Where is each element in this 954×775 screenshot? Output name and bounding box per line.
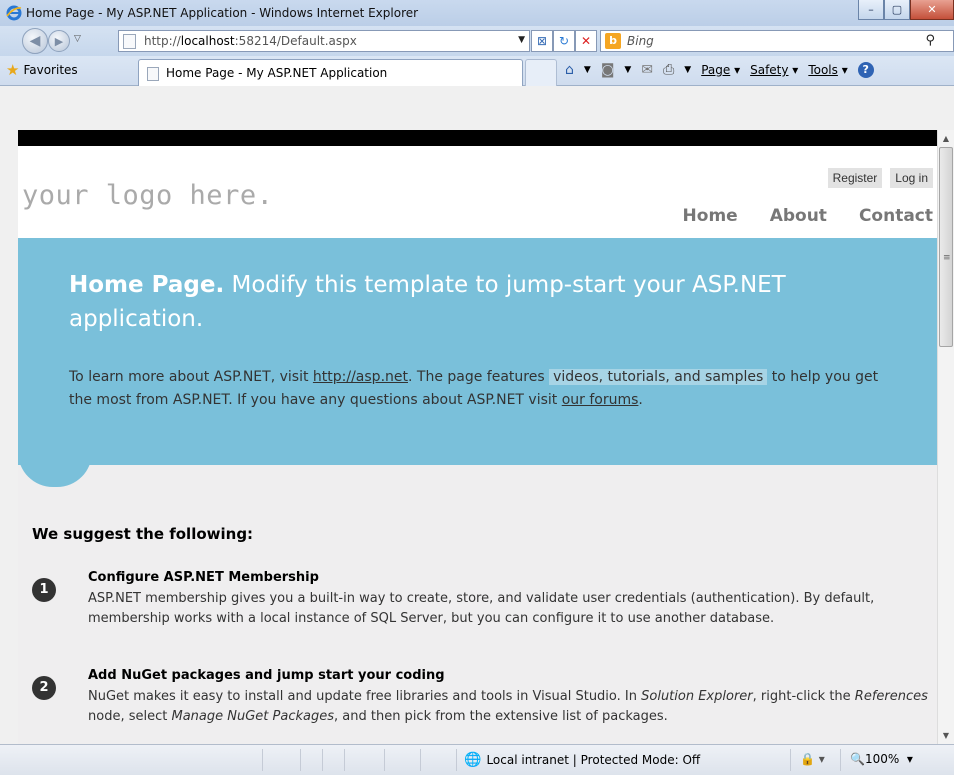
status-divider <box>420 749 421 771</box>
recent-pages-dropdown-icon[interactable]: ▽ <box>74 34 81 44</box>
refresh-button[interactable]: ↻ <box>553 30 575 52</box>
favorites-star-icon: ★ <box>6 61 20 79</box>
print-icon[interactable]: ⎙ <box>663 62 674 78</box>
tab-title: Home Page - My ASP.NET Application <box>166 66 388 80</box>
home-dropdown-icon[interactable]: ▼ <box>584 65 591 75</box>
step-number: 2 <box>32 676 56 700</box>
refresh-icon: ↻ <box>558 34 570 48</box>
site-menu: Home About Contact <box>683 206 933 226</box>
status-divider <box>384 749 385 771</box>
step-number: 1 <box>32 578 56 602</box>
feeds-icon[interactable]: ◙ <box>601 62 615 78</box>
tab-page-icon <box>147 67 159 81</box>
asp-net-link[interactable]: http://asp.net <box>313 369 408 385</box>
home-icon[interactable]: ⌂ <box>565 62 574 78</box>
site-header: your logo here. Register Log in Home Abo… <box>18 146 937 238</box>
favorites-tab-row: ★ Favorites Home Page - My ASP.NET Appli… <box>0 56 954 86</box>
featured-text: To learn more about ASP.NET, visit http:… <box>69 369 879 408</box>
page-icon <box>123 34 136 49</box>
window-title: Home Page - My ASP.NET Application - Win… <box>26 6 419 20</box>
scroll-down-arrow-icon[interactable]: ▼ <box>938 727 954 744</box>
security-zone-label: Local intranet | Protected Mode: Off <box>486 753 701 767</box>
page-viewport: your logo here. Register Log in Home Abo… <box>18 130 937 744</box>
featured-title: Home Page. Modify this template to jump-… <box>69 272 786 332</box>
menu-contact[interactable]: Contact <box>859 206 933 226</box>
search-icon[interactable]: ⚲ <box>925 33 935 48</box>
window-controls: – ▢ ✕ <box>858 0 954 22</box>
tools-menu[interactable]: Tools ▾ <box>808 63 847 77</box>
address-row: ◀ ▶ ▽ http://localhost:58214/Default.asp… <box>0 26 954 56</box>
zoom-level[interactable]: 🔍100% ▾ <box>850 752 913 766</box>
safety-menu[interactable]: Safety ▾ <box>750 63 798 77</box>
menu-home[interactable]: Home <box>683 206 738 226</box>
stop-button[interactable]: ✕ <box>575 30 597 52</box>
site-logo[interactable]: your logo here. <box>22 180 273 211</box>
login-link[interactable]: Log in <box>890 168 933 188</box>
menu-about[interactable]: About <box>770 206 827 226</box>
feeds-dropdown-icon[interactable]: ▼ <box>624 65 631 75</box>
status-divider <box>262 749 263 771</box>
scrollbar-thumb[interactable]: ≡ <box>939 147 953 347</box>
close-button[interactable]: ✕ <box>910 0 954 20</box>
search-engine-label: Bing <box>627 34 654 48</box>
bing-icon: b <box>605 33 621 49</box>
address-field[interactable]: http://localhost:58214/Default.aspx ▼ <box>118 30 530 52</box>
featured-highlight: videos, tutorials, and samples <box>549 369 768 385</box>
step-description: NuGet makes it easy to install and updat… <box>88 689 928 724</box>
back-arrow-icon: ◀ <box>29 33 41 49</box>
address-dropdown-icon[interactable]: ▼ <box>518 35 525 45</box>
search-box[interactable]: b Bing ⚲ <box>600 30 954 52</box>
page-top-strip <box>18 130 937 146</box>
status-bar: 🌐 Local intranet | Protected Mode: Off 🔒… <box>0 744 954 775</box>
back-button[interactable]: ◀ <box>22 28 48 54</box>
print-dropdown-icon[interactable]: ▼ <box>684 65 691 75</box>
status-divider <box>300 749 301 771</box>
status-divider <box>456 749 457 771</box>
stop-icon: ✕ <box>580 34 592 48</box>
maximize-button[interactable]: ▢ <box>884 0 910 20</box>
suggest-heading: We suggest the following: <box>32 525 254 543</box>
status-divider <box>322 749 323 771</box>
protected-mode-icon[interactable]: 🔒 ▾ <box>800 752 825 766</box>
ie-logo-icon <box>6 5 22 21</box>
read-mail-icon[interactable]: ✉ <box>641 62 653 78</box>
favorites-button[interactable]: ★ Favorites <box>6 61 78 79</box>
new-tab-button[interactable] <box>525 59 557 86</box>
intranet-globe-icon: 🌐 <box>464 752 482 768</box>
security-zone[interactable]: 🌐 Local intranet | Protected Mode: Off <box>464 752 700 768</box>
register-link[interactable]: Register <box>827 168 883 188</box>
minimize-button[interactable]: – <box>858 0 884 20</box>
compatibility-icon: ⊠ <box>536 34 548 48</box>
address-url: http://localhost:58214/Default.aspx <box>144 34 357 48</box>
compatibility-view-button[interactable]: ⊠ <box>531 30 553 52</box>
page-menu[interactable]: Page ▾ <box>701 63 740 77</box>
tab-home-page[interactable]: Home Page - My ASP.NET Application <box>138 59 523 86</box>
favorites-label: Favorites <box>23 63 78 77</box>
thumb-grip-icon: ≡ <box>943 253 951 263</box>
scroll-up-arrow-icon[interactable]: ▲ <box>938 130 954 147</box>
vertical-scrollbar[interactable]: ▲ ≡ ▼ <box>937 130 954 744</box>
status-divider <box>840 749 841 771</box>
forward-arrow-icon: ▶ <box>54 34 64 48</box>
login-display: Register Log in <box>827 168 933 188</box>
forums-link[interactable]: our forums <box>562 392 639 408</box>
status-divider <box>344 749 345 771</box>
forward-button[interactable]: ▶ <box>48 30 70 52</box>
status-divider <box>790 749 791 771</box>
step-title: Add NuGet packages and jump start your c… <box>88 668 445 683</box>
featured-section: Home Page. Modify this template to jump-… <box>18 238 937 465</box>
step-description: ASP.NET membership gives you a built-in … <box>88 591 875 626</box>
step-title: Configure ASP.NET Membership <box>88 570 319 585</box>
command-bar: ⌂ ▼ ◙ ▼ ✉ ⎙ ▼ Page ▾ Safety ▾ Tools ▾ ? <box>565 62 874 78</box>
help-icon[interactable]: ? <box>857 62 874 78</box>
